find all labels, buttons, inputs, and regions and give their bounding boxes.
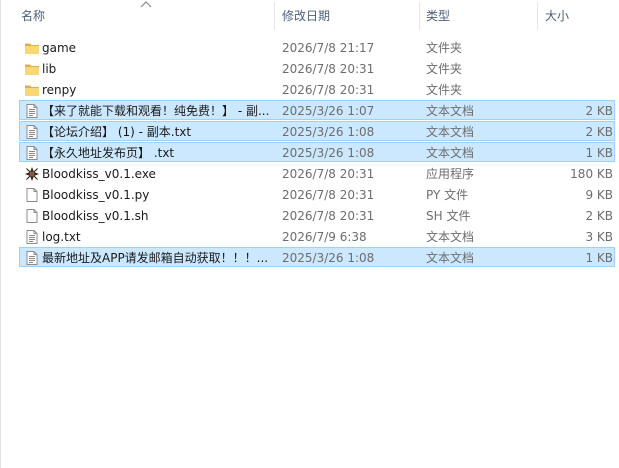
folder-icon (24, 82, 40, 98)
file-size: 2 KB (585, 104, 613, 118)
file-modified-date: 2026/7/8 20:31 (282, 188, 375, 202)
sort-ascending-icon[interactable] (139, 0, 153, 9)
app-exe-icon (24, 166, 40, 182)
file-type: 文本文档 (426, 251, 475, 265)
file-size (540, 80, 613, 100)
file-type: 文本文档 (426, 230, 475, 244)
column-header-size[interactable]: 大小 (545, 0, 569, 32)
file-type: 文本文档 (426, 146, 475, 160)
file-name: renpy (42, 83, 77, 97)
column-divider[interactable] (537, 2, 538, 30)
text-file-icon (24, 124, 40, 140)
file-name: log.txt (42, 230, 81, 244)
file-row[interactable]: Bloodkiss_v0.1.exe 2026/7/8 20:31 应用程序 180 … (19, 163, 615, 183)
text-file-icon (24, 250, 40, 266)
file-name: 【论坛介绍】 (1) - 副本.txt (42, 125, 192, 139)
file-list-pane: 名称 修改日期 类型 大小 game 2026/7/8 21:17 文件夹 lib 20… (0, 0, 619, 468)
file-name: Bloodkiss_v0.1.py (42, 188, 150, 202)
text-file-icon (24, 103, 40, 119)
file-size (540, 59, 613, 79)
file-size: 180 KB (570, 167, 613, 181)
file-size: 2 KB (585, 209, 613, 223)
file-modified-date: 2026/7/8 20:31 (282, 167, 375, 181)
file-row[interactable]: renpy 2026/7/8 20:31 文件夹 (19, 79, 615, 99)
file-row[interactable]: 【永久地址发布页】 .txt 2025/3/26 1:08 文本文档 1 KB (19, 142, 615, 162)
file-row[interactable]: log.txt 2026/7/9 6:38 文本文档 3 KB (19, 226, 615, 246)
blank-file-icon (24, 208, 40, 224)
text-file-icon (24, 229, 40, 245)
file-type: PY 文件 (426, 188, 469, 202)
text-file-icon (24, 145, 40, 161)
file-modified-date: 2025/3/26 1:08 (282, 146, 375, 160)
file-modified-date: 2026/7/9 6:38 (282, 230, 367, 244)
file-modified-date: 2025/3/26 1:08 (282, 125, 375, 139)
file-type: 文件夹 (426, 41, 463, 55)
file-name: 【永久地址发布页】 .txt (42, 146, 175, 160)
file-modified-date: 2026/7/8 21:17 (282, 41, 375, 55)
file-type: 文本文档 (426, 125, 475, 139)
blank-file-icon (24, 187, 40, 203)
file-row[interactable]: 最新地址及APP请发邮箱自动获取！！！... 2025/3/26 1:08 文本文档… (19, 247, 615, 267)
file-type: 文件夹 (426, 83, 463, 97)
folder-icon (24, 40, 40, 56)
file-size: 9 KB (585, 188, 613, 202)
file-row[interactable]: lib 2026/7/8 20:31 文件夹 (19, 58, 615, 78)
file-row[interactable]: Bloodkiss_v0.1.py 2026/7/8 20:31 PY 文件 9 KB (19, 184, 615, 204)
file-name: lib (42, 62, 57, 76)
file-size: 1 KB (585, 251, 613, 265)
column-header-name[interactable]: 名称 (21, 0, 45, 32)
file-name: game (42, 41, 77, 55)
file-size (540, 38, 613, 58)
column-divider[interactable] (274, 2, 275, 30)
file-size: 2 KB (585, 125, 613, 139)
file-name: Bloodkiss_v0.1.exe (42, 167, 156, 181)
file-modified-date: 2026/7/8 20:31 (282, 62, 375, 76)
file-row[interactable]: Bloodkiss_v0.1.sh 2026/7/8 20:31 SH 文件 2 KB (19, 205, 615, 225)
file-size: 1 KB (585, 146, 613, 160)
file-type: SH 文件 (426, 209, 471, 223)
file-type: 文本文档 (426, 104, 475, 118)
file-name: 最新地址及APP请发邮箱自动获取！！！... (42, 251, 269, 265)
file-modified-date: 2026/7/8 20:31 (282, 209, 375, 223)
file-size: 3 KB (585, 230, 613, 244)
folder-icon (24, 61, 40, 77)
column-header-date[interactable]: 修改日期 (282, 0, 330, 32)
file-modified-date: 2025/3/26 1:08 (282, 251, 375, 265)
file-row[interactable]: 【论坛介绍】 (1) - 副本.txt 2025/3/26 1:08 文本文档 2 K… (19, 121, 615, 141)
column-header-type[interactable]: 类型 (426, 0, 450, 32)
file-modified-date: 2026/7/8 20:31 (282, 83, 375, 97)
file-type: 文件夹 (426, 62, 463, 76)
file-type: 应用程序 (426, 167, 475, 181)
file-row[interactable]: game 2026/7/8 21:17 文件夹 (19, 37, 615, 57)
column-header: 名称 修改日期 类型 大小 (1, 0, 619, 32)
file-modified-date: 2025/3/26 1:07 (282, 104, 375, 118)
file-name: Bloodkiss_v0.1.sh (42, 209, 149, 223)
file-row[interactable]: 【来了就能下载和观看！纯免费！】 - 副... 2025/3/26 1:07 文本文… (19, 100, 615, 120)
file-name: 【来了就能下载和观看！纯免费！】 - 副... (42, 104, 270, 118)
column-divider[interactable] (419, 2, 420, 30)
